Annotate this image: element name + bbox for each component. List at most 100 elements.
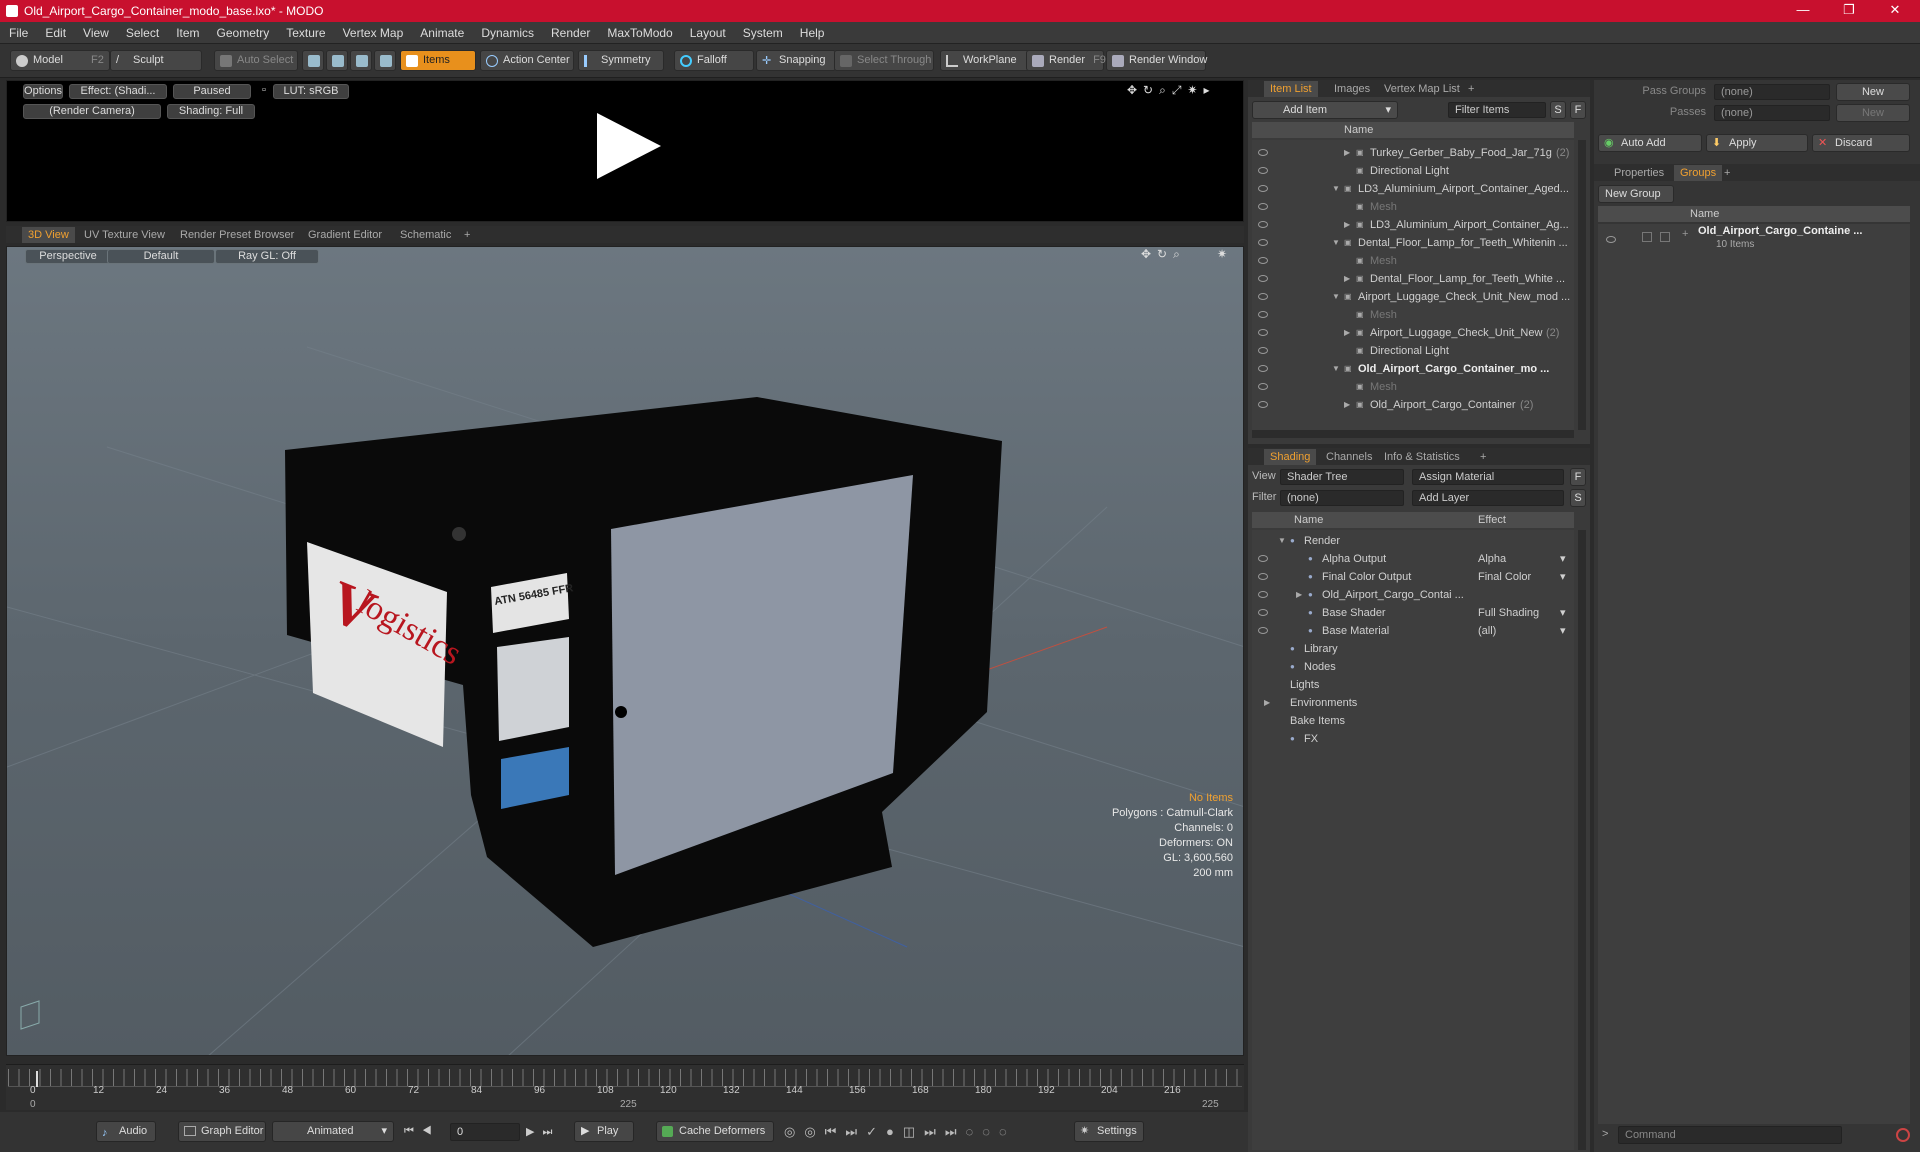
render-options-button[interactable]: Options xyxy=(23,84,63,99)
item-list-row[interactable]: ▼ ▣ Airport_Luggage_Check_Unit_New_mod ... xyxy=(1252,288,1574,306)
skip-forward-icons[interactable]: ▶⏭ xyxy=(526,1125,560,1139)
collapse-arrow-icon[interactable]: ▼ xyxy=(1332,234,1340,252)
shader-tree-row[interactable]: ● Library xyxy=(1252,640,1574,658)
filter-s-button[interactable]: S xyxy=(1550,101,1566,119)
item-list-scrollbar[interactable] xyxy=(1578,140,1586,430)
eye-icon[interactable] xyxy=(1258,167,1268,174)
play-icon[interactable] xyxy=(597,113,661,179)
menu-select[interactable]: Select xyxy=(117,22,167,40)
tab-images[interactable]: Images xyxy=(1328,81,1376,97)
vertex-select-button[interactable] xyxy=(302,50,324,71)
settings-button[interactable]: ✷ Settings xyxy=(1074,1121,1144,1142)
menu-edit[interactable]: Edit xyxy=(36,22,74,40)
expand-arrow-icon[interactable]: ▶ xyxy=(1344,270,1350,288)
apply-button[interactable]: ⬇ Apply xyxy=(1706,134,1808,152)
eye-icon[interactable] xyxy=(1258,591,1268,598)
skip-back-icons[interactable]: ⏮◀ xyxy=(404,1125,440,1138)
menu-dynamics[interactable]: Dynamics xyxy=(472,22,542,40)
tab-3d-view[interactable]: 3D View xyxy=(22,227,75,243)
model-mode-button[interactable]: Model F2 xyxy=(10,50,110,71)
animated-dropdown[interactable]: Animated ▾ xyxy=(272,1121,394,1142)
tab-properties[interactable]: Properties xyxy=(1608,165,1670,181)
eye-icon[interactable] xyxy=(1258,329,1268,336)
command-input[interactable]: Command xyxy=(1618,1126,1842,1144)
material-select-button[interactable] xyxy=(374,50,396,71)
render-window-button[interactable]: Render Window xyxy=(1106,50,1207,71)
render-button[interactable]: Render F9 xyxy=(1026,50,1106,71)
workplane-button[interactable]: WorkPlane xyxy=(940,50,1036,71)
action-center-button[interactable]: Action Center xyxy=(480,50,574,71)
group-name[interactable]: Old_Airport_Cargo_Containe ... xyxy=(1698,225,1862,237)
tab-shading[interactable]: Shading xyxy=(1264,449,1317,465)
new-pass-group-button[interactable]: New xyxy=(1836,83,1910,101)
item-list-row[interactable]: ▣ Directional Light xyxy=(1252,342,1574,360)
item-list-row[interactable]: ▼ ▣ LD3_Aluminium_Airport_Container_Aged..… xyxy=(1252,180,1574,198)
auto-add-button[interactable]: ◉ Auto Add xyxy=(1598,134,1702,152)
auto-select-button[interactable]: Auto Select xyxy=(214,50,298,71)
menu-file[interactable]: File xyxy=(0,22,36,40)
shader-tree-row[interactable]: ● Base Material (all) ▾ xyxy=(1252,622,1574,640)
add-item-dropdown[interactable]: Add Item ▾ xyxy=(1252,101,1398,119)
cache-deformers-button[interactable]: Cache Deformers xyxy=(656,1121,774,1142)
pass-groups-dropdown[interactable]: (none) xyxy=(1714,84,1830,100)
tab-uv-texture-view[interactable]: UV Texture View xyxy=(78,227,171,243)
collapse-arrow-icon[interactable]: ▼ xyxy=(1332,180,1340,198)
play-button[interactable]: ▶ Play xyxy=(574,1121,634,1142)
expand-arrow-icon[interactable]: ▶ xyxy=(1344,144,1350,162)
item-list-row[interactable]: ▼ ▣ Old_Airport_Cargo_Container_mo ... xyxy=(1252,360,1574,378)
expand-group-icon[interactable]: + xyxy=(1682,228,1688,240)
eye-icon[interactable] xyxy=(1258,627,1268,634)
snapping-button[interactable]: ✛ Snapping xyxy=(756,50,836,71)
shader-tree-row[interactable]: ▶ ● Old_Airport_Cargo_Contai ... xyxy=(1252,586,1574,604)
render-paused-button[interactable]: Paused xyxy=(173,84,251,99)
render-preview[interactable]: Options Effect: (Shadi... Paused ▫ LUT: … xyxy=(6,80,1244,222)
add-tab-icon[interactable]: + xyxy=(1718,165,1736,181)
lock-icon[interactable]: ▫ xyxy=(259,84,269,99)
expand-arrow-icon[interactable]: ▶ xyxy=(1344,396,1350,414)
shader-tree-row[interactable]: ▶ Environments xyxy=(1252,694,1574,712)
falloff-button[interactable]: Falloff xyxy=(674,50,754,71)
add-tab-icon[interactable]: + xyxy=(1474,449,1492,465)
item-list-row[interactable]: ▶ ▣ LD3_Aluminium_Airport_Container_Ag... xyxy=(1252,216,1574,234)
eye-icon[interactable] xyxy=(1258,293,1268,300)
assign-material-dropdown[interactable]: Assign Material xyxy=(1412,469,1564,485)
expand-arrow-icon[interactable]: ▶ xyxy=(1344,216,1350,234)
sculpt-mode-button[interactable]: / Sculpt xyxy=(110,50,202,71)
menu-render[interactable]: Render xyxy=(542,22,598,40)
render-view-nav-icons[interactable]: ✥↻⌕⤢✷▸ xyxy=(1127,83,1216,98)
passes-dropdown[interactable]: (none) xyxy=(1714,105,1830,121)
menu-layout[interactable]: Layout xyxy=(681,22,734,40)
audio-button[interactable]: ♪ Audio xyxy=(96,1121,156,1142)
maximize-button[interactable]: ❐ xyxy=(1826,0,1872,22)
shader-tree-row[interactable]: ● Nodes xyxy=(1252,658,1574,676)
menu-geometry[interactable]: Geometry xyxy=(208,22,278,40)
eye-icon[interactable] xyxy=(1258,239,1268,246)
shader-view-dropdown[interactable]: Shader Tree xyxy=(1280,469,1404,485)
collapse-arrow-icon[interactable]: ▼ xyxy=(1278,532,1286,550)
add-layer-dropdown[interactable]: Add Layer xyxy=(1412,490,1564,506)
shader-tree-row[interactable]: ● Final Color Output Final Color ▾ xyxy=(1252,568,1574,586)
shader-effect-value[interactable]: (all) xyxy=(1478,622,1496,640)
key-tools-icons[interactable]: ◎◎⏮⏭✓●◫⏭⏭◌◌◌ xyxy=(784,1124,1016,1140)
frame-input[interactable]: 0 xyxy=(450,1123,520,1141)
menu-maxtomodo[interactable]: MaxToModo xyxy=(598,22,680,40)
chevron-down-icon[interactable]: ▾ xyxy=(1560,568,1566,586)
lut-dropdown[interactable]: LUT: sRGB xyxy=(273,84,349,99)
eye-icon[interactable] xyxy=(1258,555,1268,562)
playhead[interactable] xyxy=(36,1071,38,1087)
discard-button[interactable]: ✕ Discard xyxy=(1812,134,1910,152)
shader-tree-row[interactable]: ▼ ● Render xyxy=(1252,532,1574,550)
item-list-row[interactable]: ▣ Directional Light xyxy=(1252,162,1574,180)
polygon-select-button[interactable] xyxy=(350,50,372,71)
shader-scrollbar[interactable] xyxy=(1578,530,1586,1150)
record-icon[interactable] xyxy=(1896,1128,1910,1142)
shader-tree-row[interactable]: Lights xyxy=(1252,676,1574,694)
minimize-button[interactable]: — xyxy=(1780,0,1826,22)
filter-f-button[interactable]: F xyxy=(1570,101,1586,119)
expand-arrow-icon[interactable]: ▶ xyxy=(1344,324,1350,342)
timeline[interactable]: 0 12 24 36 48 60 72 84 96 108 120 132 144 156 168 180 19… xyxy=(6,1064,1244,1110)
shader-effect-value[interactable]: Alpha xyxy=(1478,550,1506,568)
menu-system[interactable]: System xyxy=(734,22,791,40)
menu-vertex-map[interactable]: Vertex Map xyxy=(334,22,412,40)
expand-arrow-icon[interactable]: ▶ xyxy=(1296,586,1302,604)
